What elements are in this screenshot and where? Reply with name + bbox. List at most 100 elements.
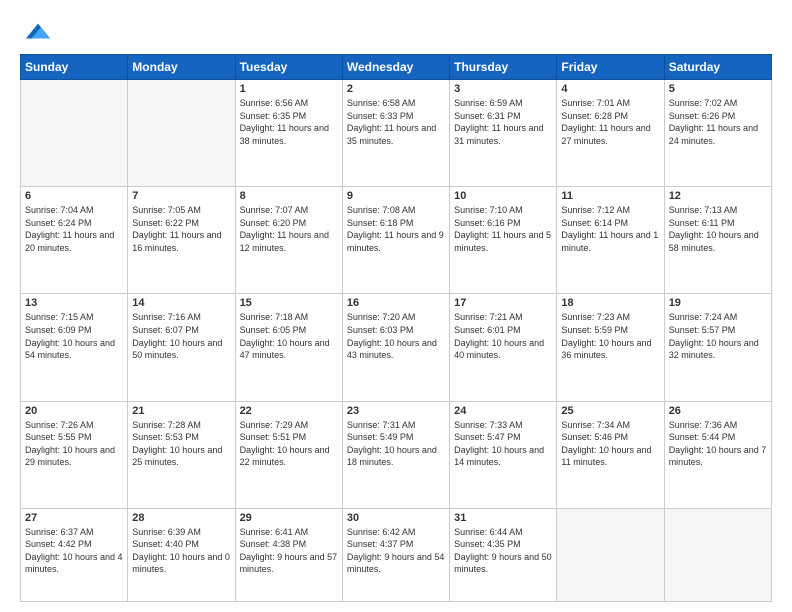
logo: [20, 18, 52, 44]
day-info: Sunrise: 7:34 AM Sunset: 5:46 PM Dayligh…: [561, 419, 659, 469]
day-number: 26: [669, 405, 767, 417]
calendar-cell: 28 Sunrise: 6:39 AM Sunset: 4:40 PM Dayli…: [128, 508, 235, 601]
day-number: 16: [347, 297, 445, 309]
day-info: Sunrise: 7:05 AM Sunset: 6:22 PM Dayligh…: [132, 204, 230, 254]
day-info: Sunrise: 7:29 AM Sunset: 5:51 PM Dayligh…: [240, 419, 338, 469]
day-number: 28: [132, 512, 230, 524]
day-number: 18: [561, 297, 659, 309]
day-info: Sunrise: 7:33 AM Sunset: 5:47 PM Dayligh…: [454, 419, 552, 469]
day-number: 20: [25, 405, 123, 417]
calendar-cell: [557, 508, 664, 601]
page: SundayMondayTuesdayWednesdayThursdayFrid…: [0, 0, 792, 612]
calendar-week-row: 13Sunrise: 7:15 AM Sunset: 6:09 PM Dayli…: [21, 294, 772, 401]
calendar-cell: 16 Sunrise: 7:20 AM Sunset: 6:03 PM Dayli…: [342, 294, 449, 401]
calendar-header-cell: Friday: [557, 55, 664, 80]
day-info: Sunrise: 7:31 AM Sunset: 5:49 PM Dayligh…: [347, 419, 445, 469]
calendar-cell: 19 Sunrise: 7:24 AM Sunset: 5:57 PM Dayli…: [664, 294, 771, 401]
calendar-header-cell: Wednesday: [342, 55, 449, 80]
day-number: 12: [669, 190, 767, 202]
calendar-cell: 24 Sunrise: 7:33 AM Sunset: 5:47 PM Dayli…: [450, 401, 557, 508]
day-number: 31: [454, 512, 552, 524]
calendar-header-cell: Sunday: [21, 55, 128, 80]
calendar-cell: 15Sunrise: 7:18 AM Sunset: 6:05 PM Dayli…: [235, 294, 342, 401]
day-info: Sunrise: 6:59 AM Sunset: 6:31 PM Dayligh…: [454, 97, 552, 147]
day-info: Sunrise: 7:08 AM Sunset: 6:18 PM Dayligh…: [347, 204, 445, 254]
day-number: 8: [240, 190, 338, 202]
day-number: 11: [561, 190, 659, 202]
calendar-cell: 3Sunrise: 6:59 AM Sunset: 6:31 PM Daylig…: [450, 80, 557, 187]
calendar-header-cell: Saturday: [664, 55, 771, 80]
calendar-cell: 22 Sunrise: 7:29 AM Sunset: 5:51 PM Dayli…: [235, 401, 342, 508]
calendar-cell: 6 Sunrise: 7:04 AM Sunset: 6:24 PM Daylig…: [21, 187, 128, 294]
calendar-cell: 13Sunrise: 7:15 AM Sunset: 6:09 PM Dayli…: [21, 294, 128, 401]
day-info: Sunrise: 7:18 AM Sunset: 6:05 PM Dayligh…: [240, 311, 338, 361]
calendar-cell: [128, 80, 235, 187]
day-number: 29: [240, 512, 338, 524]
calendar-cell: 21Sunrise: 7:28 AM Sunset: 5:53 PM Dayli…: [128, 401, 235, 508]
day-number: 14: [132, 297, 230, 309]
calendar-cell: 9Sunrise: 7:08 AM Sunset: 6:18 PM Daylig…: [342, 187, 449, 294]
day-number: 22: [240, 405, 338, 417]
calendar-cell: 20 Sunrise: 7:26 AM Sunset: 5:55 PM Dayli…: [21, 401, 128, 508]
calendar-week-row: 27 Sunrise: 6:37 AM Sunset: 4:42 PM Dayli…: [21, 508, 772, 601]
calendar-header-row: SundayMondayTuesdayWednesdayThursdayFrid…: [21, 55, 772, 80]
day-info: Sunrise: 7:20 AM Sunset: 6:03 PM Dayligh…: [347, 311, 445, 361]
calendar-table: SundayMondayTuesdayWednesdayThursdayFrid…: [20, 54, 772, 602]
calendar-cell: 23 Sunrise: 7:31 AM Sunset: 5:49 PM Dayli…: [342, 401, 449, 508]
day-number: 5: [669, 83, 767, 95]
day-info: Sunrise: 6:37 AM Sunset: 4:42 PM Dayligh…: [25, 526, 123, 576]
calendar-cell: 31 Sunrise: 6:44 AM Sunset: 4:35 PM Dayli…: [450, 508, 557, 601]
day-info: Sunrise: 6:44 AM Sunset: 4:35 PM Dayligh…: [454, 526, 552, 576]
calendar-week-row: 20 Sunrise: 7:26 AM Sunset: 5:55 PM Dayli…: [21, 401, 772, 508]
calendar-header-cell: Thursday: [450, 55, 557, 80]
calendar-cell: 8 Sunrise: 7:07 AM Sunset: 6:20 PM Daylig…: [235, 187, 342, 294]
day-number: 17: [454, 297, 552, 309]
header: [20, 18, 772, 44]
day-info: Sunrise: 7:04 AM Sunset: 6:24 PM Dayligh…: [25, 204, 123, 254]
calendar-cell: 10 Sunrise: 7:10 AM Sunset: 6:16 PM Dayli…: [450, 187, 557, 294]
calendar-cell: 18 Sunrise: 7:23 AM Sunset: 5:59 PM Dayli…: [557, 294, 664, 401]
calendar-cell: 11 Sunrise: 7:12 AM Sunset: 6:14 PM Dayli…: [557, 187, 664, 294]
logo-icon: [24, 18, 52, 46]
calendar-cell: 26 Sunrise: 7:36 AM Sunset: 5:44 PM Dayli…: [664, 401, 771, 508]
calendar-cell: 25 Sunrise: 7:34 AM Sunset: 5:46 PM Dayli…: [557, 401, 664, 508]
day-info: Sunrise: 6:58 AM Sunset: 6:33 PM Dayligh…: [347, 97, 445, 147]
day-number: 2: [347, 83, 445, 95]
day-info: Sunrise: 7:12 AM Sunset: 6:14 PM Dayligh…: [561, 204, 659, 254]
calendar-cell: 2 Sunrise: 6:58 AM Sunset: 6:33 PM Daylig…: [342, 80, 449, 187]
day-number: 27: [25, 512, 123, 524]
calendar-cell: 4 Sunrise: 7:01 AM Sunset: 6:28 PM Daylig…: [557, 80, 664, 187]
day-number: 23: [347, 405, 445, 417]
calendar-cell: 12 Sunrise: 7:13 AM Sunset: 6:11 PM Dayli…: [664, 187, 771, 294]
day-info: Sunrise: 7:24 AM Sunset: 5:57 PM Dayligh…: [669, 311, 767, 361]
day-info: Sunrise: 7:23 AM Sunset: 5:59 PM Dayligh…: [561, 311, 659, 361]
day-info: Sunrise: 7:15 AM Sunset: 6:09 PM Dayligh…: [25, 311, 123, 361]
day-number: 21: [132, 405, 230, 417]
day-info: Sunrise: 7:13 AM Sunset: 6:11 PM Dayligh…: [669, 204, 767, 254]
day-info: Sunrise: 6:42 AM Sunset: 4:37 PM Dayligh…: [347, 526, 445, 576]
day-info: Sunrise: 6:41 AM Sunset: 4:38 PM Dayligh…: [240, 526, 338, 576]
calendar-cell: [21, 80, 128, 187]
day-number: 24: [454, 405, 552, 417]
day-info: Sunrise: 6:39 AM Sunset: 4:40 PM Dayligh…: [132, 526, 230, 576]
calendar-cell: 27 Sunrise: 6:37 AM Sunset: 4:42 PM Dayli…: [21, 508, 128, 601]
day-number: 7: [132, 190, 230, 202]
calendar-body: 1Sunrise: 6:56 AM Sunset: 6:35 PM Daylig…: [21, 80, 772, 602]
day-info: Sunrise: 7:21 AM Sunset: 6:01 PM Dayligh…: [454, 311, 552, 361]
day-info: Sunrise: 6:56 AM Sunset: 6:35 PM Dayligh…: [240, 97, 338, 147]
day-info: Sunrise: 7:10 AM Sunset: 6:16 PM Dayligh…: [454, 204, 552, 254]
calendar-header-cell: Monday: [128, 55, 235, 80]
calendar-cell: 7 Sunrise: 7:05 AM Sunset: 6:22 PM Daylig…: [128, 187, 235, 294]
day-info: Sunrise: 7:26 AM Sunset: 5:55 PM Dayligh…: [25, 419, 123, 469]
day-number: 19: [669, 297, 767, 309]
day-info: Sunrise: 7:07 AM Sunset: 6:20 PM Dayligh…: [240, 204, 338, 254]
day-info: Sunrise: 7:01 AM Sunset: 6:28 PM Dayligh…: [561, 97, 659, 147]
day-info: Sunrise: 7:36 AM Sunset: 5:44 PM Dayligh…: [669, 419, 767, 469]
day-number: 6: [25, 190, 123, 202]
day-number: 10: [454, 190, 552, 202]
calendar-week-row: 1Sunrise: 6:56 AM Sunset: 6:35 PM Daylig…: [21, 80, 772, 187]
calendar-cell: 5Sunrise: 7:02 AM Sunset: 6:26 PM Daylig…: [664, 80, 771, 187]
day-number: 25: [561, 405, 659, 417]
calendar-cell: 30Sunrise: 6:42 AM Sunset: 4:37 PM Dayli…: [342, 508, 449, 601]
day-number: 4: [561, 83, 659, 95]
